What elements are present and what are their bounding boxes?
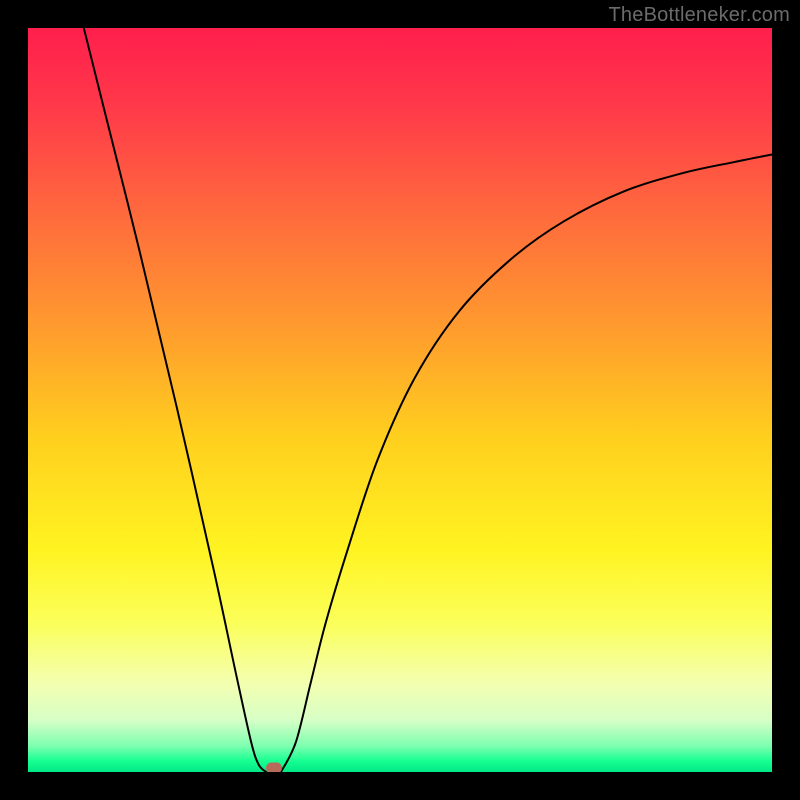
curve-left-branch bbox=[84, 28, 266, 772]
watermark-text: TheBottleneker.com bbox=[609, 4, 790, 27]
plot-area bbox=[28, 28, 772, 772]
curve-right-branch bbox=[281, 154, 772, 772]
optimum-marker bbox=[266, 763, 282, 772]
bottleneck-curve bbox=[28, 28, 772, 772]
chart-frame: TheBottleneker.com bbox=[0, 0, 800, 800]
